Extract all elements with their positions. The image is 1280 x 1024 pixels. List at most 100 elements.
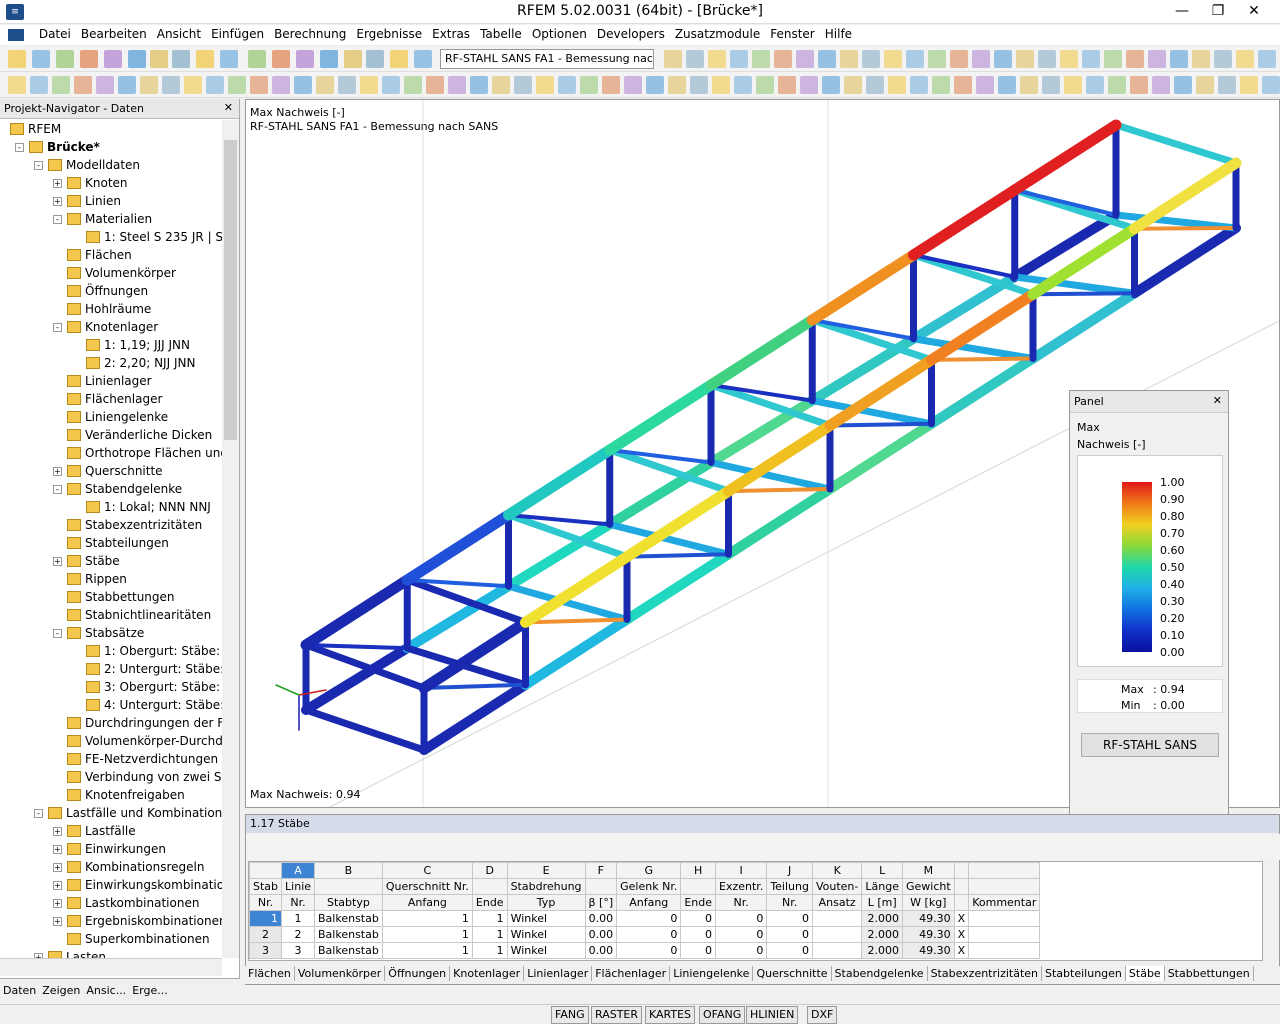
tree-node-kombinationsregeln[interactable]: + Kombinationsregeln [0, 858, 222, 876]
truss-member[interactable] [806, 249, 919, 326]
menu-hilfe[interactable]: Hilfe [820, 25, 857, 43]
toolbar-button-icon[interactable] [730, 50, 748, 68]
col-letter[interactable]: H [680, 862, 717, 879]
navigator-hscrollbar[interactable] [0, 958, 222, 976]
tree-node-rippen[interactable]: Rippen [0, 570, 222, 588]
menu-zusatzmodule[interactable]: Zusatzmodule [670, 25, 765, 43]
table-tab-stabexzentrizit-ten[interactable]: Stabexzentrizitäten [928, 966, 1043, 981]
cell-ga[interactable]: 0 [616, 942, 682, 959]
toolbar-button-icon[interactable] [818, 50, 836, 68]
toolbar-button-icon[interactable] [994, 50, 1012, 68]
cell-ge[interactable]: 0 [680, 910, 717, 927]
table-tab-stabbettungen[interactable]: Stabbettungen [1165, 966, 1254, 981]
tree-node-linienlager[interactable]: Linienlager [0, 372, 222, 390]
toolbar-button-icon[interactable] [8, 50, 26, 68]
table-row[interactable]: 1 1 Balkenstab 1 1 Winkel 0.00 0 0 0 0 2.000 49.30 X [249, 910, 1041, 927]
tree-node-1-steel-s-235-jr-sans[interactable]: 1: Steel S 235 JR | SANS [0, 228, 222, 246]
diagonal-member[interactable] [1012, 188, 1118, 217]
tree-node-stabteilungen[interactable]: Stabteilungen [0, 534, 222, 552]
cell-linie[interactable]: 2 [281, 926, 316, 943]
expand-toggle-icon[interactable]: - [53, 629, 62, 638]
cell-l[interactable]: 2.000 [861, 910, 903, 927]
cell-vout[interactable] [811, 942, 863, 959]
menu-developers[interactable]: Developers [592, 25, 670, 43]
toolbar-button-icon[interactable] [1104, 50, 1122, 68]
toolbar-button-icon[interactable] [196, 50, 214, 68]
toolbar-button-icon[interactable] [774, 50, 792, 68]
col-letter[interactable]: L [861, 862, 903, 879]
toolbar-button-icon[interactable] [1174, 76, 1192, 94]
cell-typ[interactable]: Balkenstab [314, 926, 383, 943]
menu-fenster[interactable]: Fenster [765, 25, 820, 43]
cell-x[interactable]: X [953, 910, 970, 927]
truss-member[interactable] [622, 549, 734, 625]
toolbar-button-icon[interactable] [976, 76, 994, 94]
truss-member[interactable] [1129, 157, 1242, 235]
toolbar-button-icon[interactable] [74, 76, 92, 94]
row-number[interactable]: 2 [249, 926, 283, 943]
toolbar-button-icon[interactable] [184, 76, 202, 94]
table-tab-volumenk-rper[interactable]: Volumenkörper [295, 966, 386, 981]
toolbar-button-icon[interactable] [888, 76, 906, 94]
toolbar-button-icon[interactable] [1108, 76, 1126, 94]
table-tab-knotenlager[interactable]: Knotenlager [450, 966, 525, 981]
cell-l[interactable]: 2.000 [861, 942, 903, 959]
col-letter[interactable]: F [584, 862, 618, 879]
toolbar-button-icon[interactable] [448, 76, 466, 94]
cell-qa[interactable]: 1 [381, 926, 473, 943]
expand-toggle-icon[interactable]: + [53, 197, 62, 206]
tree-node-fl-chen[interactable]: Flächen [0, 246, 222, 264]
tree-node-stabexzentrizit-ten[interactable]: Stabexzentrizitäten [0, 516, 222, 534]
toolbar-button-icon[interactable] [972, 50, 990, 68]
toolbar-button-icon[interactable] [140, 76, 158, 94]
toolbar-button-icon[interactable] [338, 76, 356, 94]
toolbar-button-icon[interactable] [272, 76, 290, 94]
toolbar-button-icon[interactable] [104, 50, 122, 68]
tree-node-volumenk-rper-durchdri[interactable]: Volumenkörper-Durchdri [0, 732, 222, 750]
expand-toggle-icon[interactable]: + [53, 467, 62, 476]
toolbar-button-icon[interactable] [360, 76, 378, 94]
toolbar-button-icon[interactable] [1192, 50, 1210, 68]
toolbar-button-icon[interactable] [778, 76, 796, 94]
menu-tabelle[interactable]: Tabelle [475, 25, 527, 43]
tree-node-knotenlager[interactable]: - Knotenlager [0, 318, 222, 336]
toolbar-button-icon[interactable] [1240, 76, 1258, 94]
truss-member[interactable] [503, 444, 616, 521]
truss-member[interactable] [1129, 223, 1241, 299]
toolbar-button-icon[interactable] [316, 76, 334, 94]
toolbar-button-icon[interactable] [206, 76, 224, 94]
tree-node-modelldaten[interactable]: - Modelldaten [0, 156, 222, 174]
toolbar-button-icon[interactable] [712, 76, 730, 94]
toolbar-button-icon[interactable] [248, 50, 266, 68]
tree-node-einwirkungskombinatione[interactable]: + Einwirkungskombinatione [0, 876, 222, 894]
col-letter[interactable]: D [471, 862, 508, 879]
tree-node-4-untergurt-st-be-42[interactable]: 4: Untergurt: Stäbe: 42 [0, 696, 222, 714]
toolbar-button-icon[interactable] [30, 76, 48, 94]
diagonal-member[interactable] [625, 552, 731, 559]
tree-node-volumenk-rper[interactable]: Volumenkörper [0, 264, 222, 282]
table-tab-ffnungen[interactable]: Öffnungen [385, 966, 451, 981]
cell-dtyp[interactable]: Winkel [506, 926, 586, 943]
toolbar-button-icon[interactable] [1060, 50, 1078, 68]
col-letter[interactable]: J [766, 862, 813, 879]
tree-node-1-lokal-nnn-nnj[interactable]: 1: Lokal; NNN NNJ [0, 498, 222, 516]
tree-node-querschnitte[interactable]: + Querschnitte [0, 462, 222, 480]
cell-kom[interactable] [968, 926, 1041, 943]
status-dxf[interactable]: DXF [807, 1006, 838, 1024]
table-tab-stabendgelenke[interactable]: Stabendgelenke [832, 966, 928, 981]
cell-linie[interactable]: 3 [281, 942, 316, 959]
expand-toggle-icon[interactable]: + [53, 827, 62, 836]
tree-node-hohlr-ume[interactable]: Hohlräume [0, 300, 222, 318]
col-letter[interactable] [953, 862, 970, 879]
truss-member[interactable] [401, 509, 514, 586]
cell-l[interactable]: 2.000 [861, 926, 903, 943]
tree-node-stabs-tze[interactable]: - Stabsätze [0, 624, 222, 642]
tree-node-ver-nderliche-dicken[interactable]: Veränderliche Dicken [0, 426, 222, 444]
toolbar-button-icon[interactable] [366, 50, 384, 68]
col-letter[interactable]: G [616, 862, 682, 879]
menu-bearbeiten[interactable]: Bearbeiten [76, 25, 152, 43]
tree-node-verbindung-von-zwei-st-b[interactable]: Verbindung von zwei Stäb [0, 768, 222, 786]
expand-toggle-icon[interactable]: - [34, 161, 43, 170]
expand-toggle-icon[interactable]: + [53, 881, 62, 890]
maximize-button[interactable]: ❐ [1200, 0, 1236, 24]
